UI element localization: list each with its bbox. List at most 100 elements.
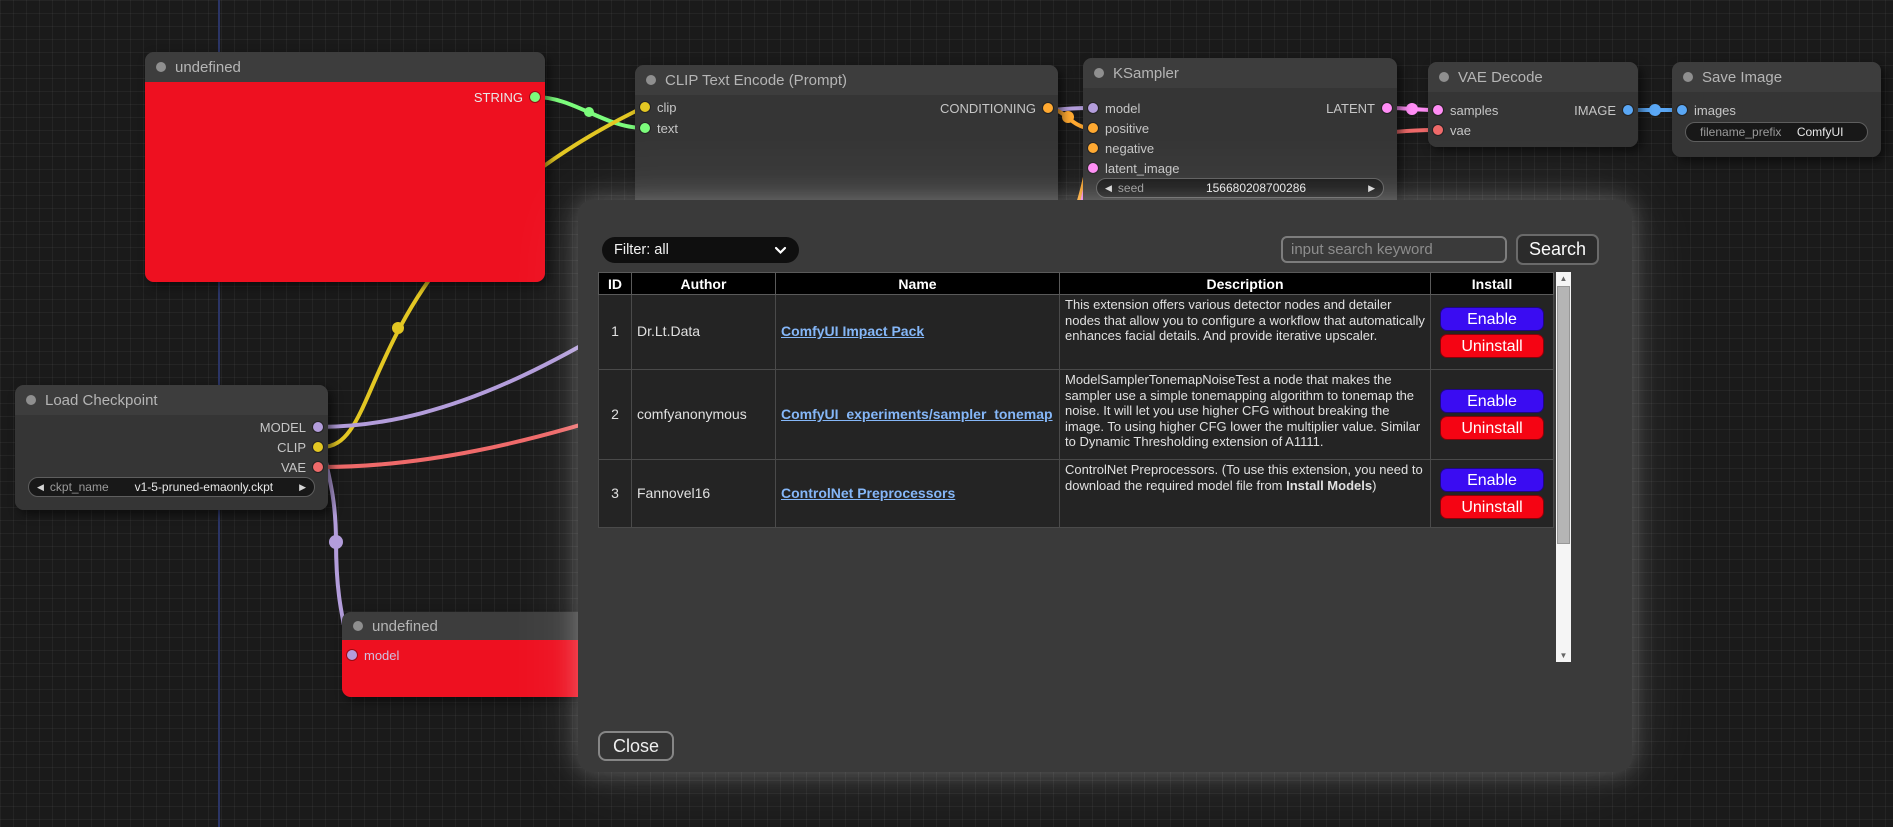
cell-name: ComfyUI_experiments/sampler_tonemap	[776, 370, 1060, 460]
input-dot-latent_image[interactable]	[1088, 163, 1098, 173]
node-undefined-top[interactable]: undefined STRING	[145, 52, 545, 282]
widget-right-arrow-icon[interactable]: ▶	[1368, 183, 1375, 194]
close-button[interactable]: Close	[598, 731, 674, 761]
node-title: Load Checkpoint	[45, 392, 158, 409]
uninstall-button[interactable]: Uninstall	[1440, 334, 1544, 358]
output-dot-LATENT[interactable]	[1382, 103, 1392, 113]
extension-link[interactable]: ControlNet Preprocessors	[781, 485, 955, 501]
node-title: VAE Decode	[1458, 69, 1543, 86]
input-dot-model[interactable]	[347, 650, 357, 660]
node-title: CLIP Text Encode (Prompt)	[665, 72, 847, 89]
output-label: STRING	[474, 90, 523, 105]
node-vae-decode[interactable]: VAE DecodesamplesvaeIMAGE	[1428, 62, 1638, 147]
output-label: IMAGE	[1574, 103, 1616, 118]
node-header[interactable]: undefined	[145, 52, 545, 82]
cell-id: 2	[599, 370, 632, 460]
node-header[interactable]: KSampler	[1083, 58, 1397, 88]
input-slot-vae: vae	[1428, 122, 1638, 138]
header-author: Author	[632, 273, 776, 295]
input-slot-latent_image: latent_image	[1083, 160, 1397, 176]
input-label: images	[1694, 103, 1736, 118]
output-label: CLIP	[277, 440, 306, 455]
widget-right-arrow-icon[interactable]: ▶	[299, 482, 306, 493]
wire-dot-clip	[392, 322, 404, 334]
output-slot-CONDITIONING: CONDITIONING	[635, 100, 1058, 116]
table-row: 2comfyanonymousComfyUI_experiments/sampl…	[599, 370, 1554, 460]
output-dot-IMAGE[interactable]	[1623, 105, 1633, 115]
widget-value: ComfyUI	[1781, 125, 1859, 139]
input-label: model	[364, 648, 399, 663]
node-title: undefined	[175, 59, 241, 76]
enable-button[interactable]: Enable	[1440, 307, 1544, 331]
input-label: text	[657, 121, 678, 136]
widget-seed[interactable]: ◀seed156680208700286▶	[1096, 178, 1384, 198]
input-label: vae	[1450, 123, 1471, 138]
filter-select[interactable]: Filter: all	[602, 237, 799, 263]
input-label: negative	[1105, 141, 1154, 156]
extension-link[interactable]: ComfyUI_experiments/sampler_tonemap	[781, 406, 1053, 422]
graph-canvas[interactable]: undefined STRING CLIP Text Encode (Prompt)…	[0, 0, 1893, 827]
wire-dot-model	[329, 535, 343, 549]
uninstall-button[interactable]: Uninstall	[1440, 495, 1544, 519]
output-dot-VAE[interactable]	[313, 462, 323, 472]
input-dot-images[interactable]	[1677, 105, 1687, 115]
scrollbar-down-arrow-icon[interactable]: ▼	[1556, 649, 1571, 662]
output-slot-CLIP: CLIP	[15, 439, 328, 455]
wire-dot-image	[1649, 104, 1661, 116]
chevron-down-icon	[774, 246, 787, 255]
search-button[interactable]: Search	[1516, 234, 1599, 265]
output-dot-STRING[interactable]	[530, 92, 540, 102]
scrollbar-thumb[interactable]	[1557, 286, 1570, 544]
node-header[interactable]: Save Image	[1672, 62, 1881, 92]
table-row: 3Fannovel16ControlNet PreprocessorsContr…	[599, 460, 1554, 528]
widget-left-arrow-icon[interactable]: ◀	[37, 482, 44, 493]
output-slot-MODEL: MODEL	[15, 419, 328, 435]
widget-ckpt_name[interactable]: ◀ckpt_namev1-5-pruned-emaonly.ckpt▶	[28, 477, 315, 497]
node-title: KSampler	[1113, 65, 1179, 82]
custom-nodes-manager-dialog: Filter: all Search ID Author Name Descri…	[578, 200, 1632, 772]
cell-author: Dr.Lt.Data	[632, 295, 776, 370]
input-label: latent_image	[1105, 161, 1179, 176]
input-dot-positive[interactable]	[1088, 123, 1098, 133]
table-row: 1Dr.Lt.DataComfyUI Impact PackThis exten…	[599, 295, 1554, 370]
output-dot-CONDITIONING[interactable]	[1043, 103, 1053, 113]
output-dot-CLIP[interactable]	[313, 442, 323, 452]
node-header[interactable]: Load Checkpoint	[15, 385, 328, 415]
node-title: undefined	[372, 618, 438, 635]
node-save-image[interactable]: Save Image images filename_prefixComfyUI	[1672, 62, 1881, 157]
widget-left-arrow-icon[interactable]: ◀	[1105, 183, 1112, 194]
cell-description: This extension offers various detector n…	[1060, 295, 1431, 370]
enable-button[interactable]: Enable	[1440, 468, 1544, 492]
wire-dot-latent	[1406, 103, 1418, 115]
input-dot-text[interactable]	[640, 123, 650, 133]
enable-button[interactable]: Enable	[1440, 389, 1544, 413]
input-slot-images: images	[1672, 102, 1881, 118]
node-status-dot	[156, 62, 166, 72]
widget-label: ckpt_name	[50, 480, 109, 494]
node-header[interactable]: VAE Decode	[1428, 62, 1638, 92]
node-body	[1428, 92, 1638, 147]
input-dot-negative[interactable]	[1088, 143, 1098, 153]
node-status-dot	[1439, 72, 1449, 82]
extension-link[interactable]: ComfyUI Impact Pack	[781, 323, 924, 339]
cell-id: 3	[599, 460, 632, 528]
output-slot-STRING: STRING	[145, 89, 545, 105]
node-title: Save Image	[1702, 69, 1782, 86]
search-input[interactable]	[1281, 236, 1507, 263]
input-dot-vae[interactable]	[1433, 125, 1443, 135]
cell-install: Enable Uninstall	[1431, 295, 1554, 370]
node-status-dot	[1094, 68, 1104, 78]
cell-author: Fannovel16	[632, 460, 776, 528]
widget-value: 156680208700286	[1144, 181, 1368, 195]
table-scrollbar[interactable]: ▲ ▼	[1556, 272, 1571, 662]
output-dot-MODEL[interactable]	[313, 422, 323, 432]
scrollbar-up-arrow-icon[interactable]: ▲	[1556, 272, 1571, 285]
output-label: VAE	[281, 460, 306, 475]
wire-dot-string	[584, 107, 594, 117]
cell-name: ControlNet Preprocessors	[776, 460, 1060, 528]
widget-filename_prefix[interactable]: filename_prefixComfyUI	[1685, 122, 1868, 142]
uninstall-button[interactable]: Uninstall	[1440, 416, 1544, 440]
table-header-row: ID Author Name Description Install	[599, 273, 1554, 295]
node-header[interactable]: CLIP Text Encode (Prompt)	[635, 65, 1058, 95]
node-load-checkpoint[interactable]: Load CheckpointMODELCLIPVAE◀ckpt_namev1-…	[15, 385, 328, 510]
